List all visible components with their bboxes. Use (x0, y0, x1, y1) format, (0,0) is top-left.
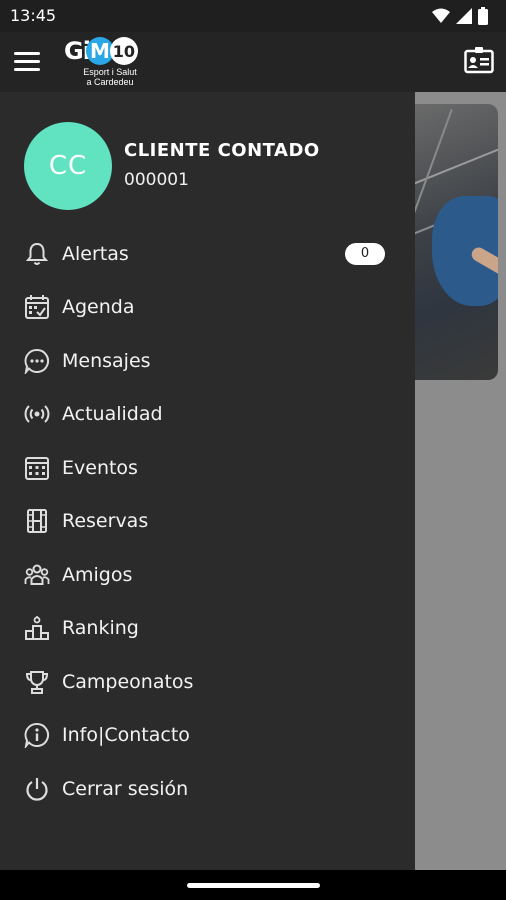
group-icon (24, 564, 50, 585)
menu-item-actualidad[interactable]: Actualidad (0, 388, 415, 442)
menu-hamburger-icon[interactable] (14, 52, 40, 72)
menu-label: Alertas (62, 242, 129, 265)
menu-label: Campeonatos (62, 670, 194, 693)
chat-bubble-icon (24, 348, 50, 374)
menu-item-cerrar-sesion[interactable]: Cerrar sesión (0, 762, 415, 816)
signal-icon (456, 8, 472, 24)
home-gesture-handle[interactable] (187, 883, 320, 888)
system-nav-bar (0, 870, 506, 900)
status-icons (432, 7, 488, 25)
menu-item-amigos[interactable]: Amigos (0, 548, 415, 602)
status-bar: 13:45 (0, 0, 506, 32)
profile-name: CLIENTE CONTADO (124, 140, 320, 161)
menu-label: Actualidad (62, 403, 163, 426)
menu-item-agenda[interactable]: Agenda (0, 281, 415, 335)
trophy-icon (25, 670, 49, 694)
status-time: 13:45 (10, 6, 57, 25)
film-strip-icon (27, 509, 47, 534)
calendar-grid-icon (25, 456, 49, 480)
battery-icon (478, 7, 488, 25)
menu-label: Info|Contacto (62, 724, 190, 747)
menu-label: Ranking (62, 617, 139, 640)
profile-id: 000001 (124, 170, 189, 190)
bell-icon (25, 242, 49, 265)
navigation-drawer: CC CLIENTE CONTADO 000001 Alertas 0 Agen… (0, 92, 415, 870)
avatar: CC (24, 122, 112, 210)
id-card-icon[interactable] (464, 46, 494, 74)
drawer-menu: Alertas 0 Agenda Mensajes Actualidad Eve… (0, 227, 415, 816)
podium-icon (25, 616, 49, 641)
menu-item-info-contacto[interactable]: Info|Contacto (0, 709, 415, 763)
menu-label: Agenda (62, 296, 135, 319)
calendar-check-icon (25, 295, 49, 320)
menu-item-alertas[interactable]: Alertas 0 (0, 227, 415, 281)
menu-item-eventos[interactable]: Eventos (0, 441, 415, 495)
info-icon (24, 723, 50, 749)
logo-subtitle-line1: Esport i Salut (83, 67, 137, 77)
menu-label: Amigos (62, 563, 133, 586)
menu-item-ranking[interactable]: Ranking (0, 602, 415, 656)
app-logo: Gi M 10 Esport i Salut a Cardedeu (64, 34, 148, 90)
logo-subtitle-line2: a Cardedeu (86, 77, 134, 87)
menu-item-mensajes[interactable]: Mensajes (0, 334, 415, 388)
profile-header[interactable]: CC CLIENTE CONTADO 000001 (24, 122, 404, 212)
menu-label: Cerrar sesión (62, 777, 189, 800)
menu-label: Eventos (62, 456, 138, 479)
power-icon (26, 777, 48, 801)
menu-label: Mensajes (62, 349, 151, 372)
menu-item-reservas[interactable]: Reservas (0, 495, 415, 549)
broadcast-icon (24, 405, 50, 423)
menu-label: Reservas (62, 510, 149, 533)
alerts-count-badge: 0 (345, 242, 385, 265)
menu-item-campeonatos[interactable]: Campeonatos (0, 655, 415, 709)
wifi-icon (432, 8, 450, 23)
